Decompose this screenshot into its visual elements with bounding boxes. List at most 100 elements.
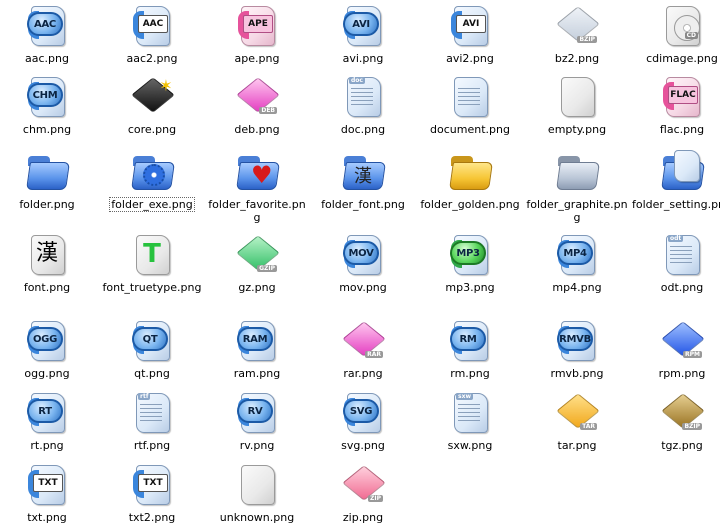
file-item[interactable]: MP4 mp4.png: [525, 232, 629, 294]
file-item[interactable]: QT qt.png: [100, 318, 204, 380]
file-name: svg.png: [341, 439, 385, 452]
file-item[interactable]: folder_graphite.png: [525, 149, 629, 224]
file-item[interactable]: sxw sxw.png: [418, 390, 522, 452]
file-item[interactable]: TXT txt2.png: [100, 462, 204, 524]
file-item[interactable]: ✶ core.png: [100, 74, 204, 136]
file-item[interactable]: AAC aac2.png: [100, 3, 204, 65]
format-badge: TXT: [33, 474, 63, 492]
file-item[interactable]: GZIP gz.png: [205, 232, 309, 294]
file-item[interactable]: 漢 folder_font.png: [311, 149, 415, 211]
rm-icon: RM: [448, 318, 492, 362]
file-item[interactable]: rtf rtf.png: [100, 390, 204, 452]
cdimage-icon: CD: [660, 3, 704, 47]
format-badge: RM: [450, 327, 486, 351]
file-item[interactable]: folder_exe.png: [100, 149, 204, 212]
gz-icon: GZIP: [235, 232, 280, 276]
archive-tag: ZIP: [368, 495, 383, 502]
font-icon: 漢: [25, 232, 69, 276]
file-item[interactable]: FLAC flac.png: [630, 74, 720, 136]
ape-icon: APE: [235, 3, 279, 47]
file-name: flac.png: [659, 123, 705, 136]
folder-favorite-icon: ♥: [235, 149, 280, 193]
qt-icon: QT: [130, 318, 174, 362]
file-item[interactable]: folder_golden.png: [418, 149, 522, 211]
file-name: folder_exe.png: [109, 197, 195, 212]
folder-shape: [25, 149, 70, 193]
file-name: zip.png: [342, 511, 384, 524]
file-item[interactable]: TAR tar.png: [525, 390, 629, 452]
file-name: sxw.png: [447, 439, 493, 452]
file-item[interactable]: RPM rpm.png: [630, 318, 720, 380]
file-item[interactable]: AVI avi.png: [311, 3, 415, 65]
format-badge: SVG: [343, 399, 379, 423]
gear-icon: [143, 164, 165, 186]
file-item[interactable]: doc doc.png: [311, 74, 415, 136]
file-item[interactable]: RMVB rmvb.png: [525, 318, 629, 380]
format-badge: CHM: [27, 83, 63, 107]
file-item[interactable]: 漢 font.png: [0, 232, 99, 294]
file-item[interactable]: RAR rar.png: [311, 318, 415, 380]
format-badge: FLAC: [668, 86, 698, 104]
folder-shape: [555, 149, 600, 193]
file-item[interactable]: folder_setting.png: [630, 149, 720, 211]
file-item[interactable]: ZIP zip.png: [311, 462, 415, 524]
rar-icon: RAR: [341, 318, 386, 362]
file-name: doc.png: [340, 123, 386, 136]
mp3-icon: MP3: [448, 232, 492, 276]
format-badge: RT: [27, 399, 63, 423]
folder-shape: [448, 149, 493, 193]
file-item[interactable]: RAM ram.png: [205, 318, 309, 380]
file-name: odt.png: [660, 281, 704, 294]
text-lines: [140, 404, 162, 424]
file-item[interactable]: document.png: [418, 74, 522, 136]
file-item[interactable]: ♥ folder_favorite.png: [205, 149, 309, 224]
file-name: folder_golden.png: [420, 198, 520, 211]
folder-setting-icon: [660, 149, 705, 193]
file-item[interactable]: CHM chm.png: [0, 74, 99, 136]
file-item[interactable]: OGG ogg.png: [0, 318, 99, 380]
file-name: mp3.png: [445, 281, 495, 294]
archive-tag: TAR: [580, 423, 597, 430]
document-icon: [448, 74, 492, 118]
file-item[interactable]: AAC aac.png: [0, 3, 99, 65]
file-item[interactable]: Tfont_truetype.png: [100, 232, 204, 294]
file-item[interactable]: CD cdimage.png: [630, 3, 720, 65]
format-badge: RAM: [237, 327, 273, 351]
file-item[interactable]: odt odt.png: [630, 232, 720, 294]
text-lines: [351, 88, 373, 108]
file-item[interactable]: RT rt.png: [0, 390, 99, 452]
file-name: folder_graphite.png: [526, 198, 628, 224]
file-item[interactable]: TXT txt.png: [0, 462, 99, 524]
file-name: ape.png: [234, 52, 280, 65]
file-item[interactable]: SVG svg.png: [311, 390, 415, 452]
file-name: mov.png: [339, 281, 387, 294]
heart-icon: ♥: [251, 161, 273, 189]
file-item[interactable]: DEB deb.png: [205, 74, 309, 136]
zip-icon: ZIP: [341, 462, 386, 506]
file-name: cdimage.png: [646, 52, 718, 65]
rv-icon: RV: [235, 390, 279, 434]
file-item[interactable]: AVI avi2.png: [418, 3, 522, 65]
file-item[interactable]: unknown.png: [205, 462, 309, 524]
doc-tag: sxw: [456, 393, 473, 400]
file-item[interactable]: APE ape.png: [205, 3, 309, 65]
aac2-icon: AAC: [130, 3, 174, 47]
format-badge: AAC: [138, 15, 168, 33]
file-item[interactable]: empty.png: [525, 74, 629, 136]
file-item[interactable]: RM rm.png: [418, 318, 522, 380]
file-item[interactable]: BZIP tgz.png: [630, 390, 720, 452]
file-item[interactable]: folder.png: [0, 149, 99, 211]
file-name: document.png: [430, 123, 510, 136]
file-item[interactable]: RV rv.png: [205, 390, 309, 452]
text-lines: [458, 88, 480, 108]
file-name: rm.png: [450, 367, 490, 380]
rpm-icon: RPM: [660, 318, 705, 362]
format-badge: OGG: [27, 327, 63, 351]
file-item[interactable]: BZIP bz2.png: [525, 3, 629, 65]
file-item[interactable]: MP3 mp3.png: [418, 232, 522, 294]
empty-icon: [555, 74, 599, 118]
doc-tag: rtf: [138, 393, 151, 400]
file-item[interactable]: MOV mov.png: [311, 232, 415, 294]
file-name: aac.png: [25, 52, 69, 65]
page-shape: [674, 150, 700, 182]
